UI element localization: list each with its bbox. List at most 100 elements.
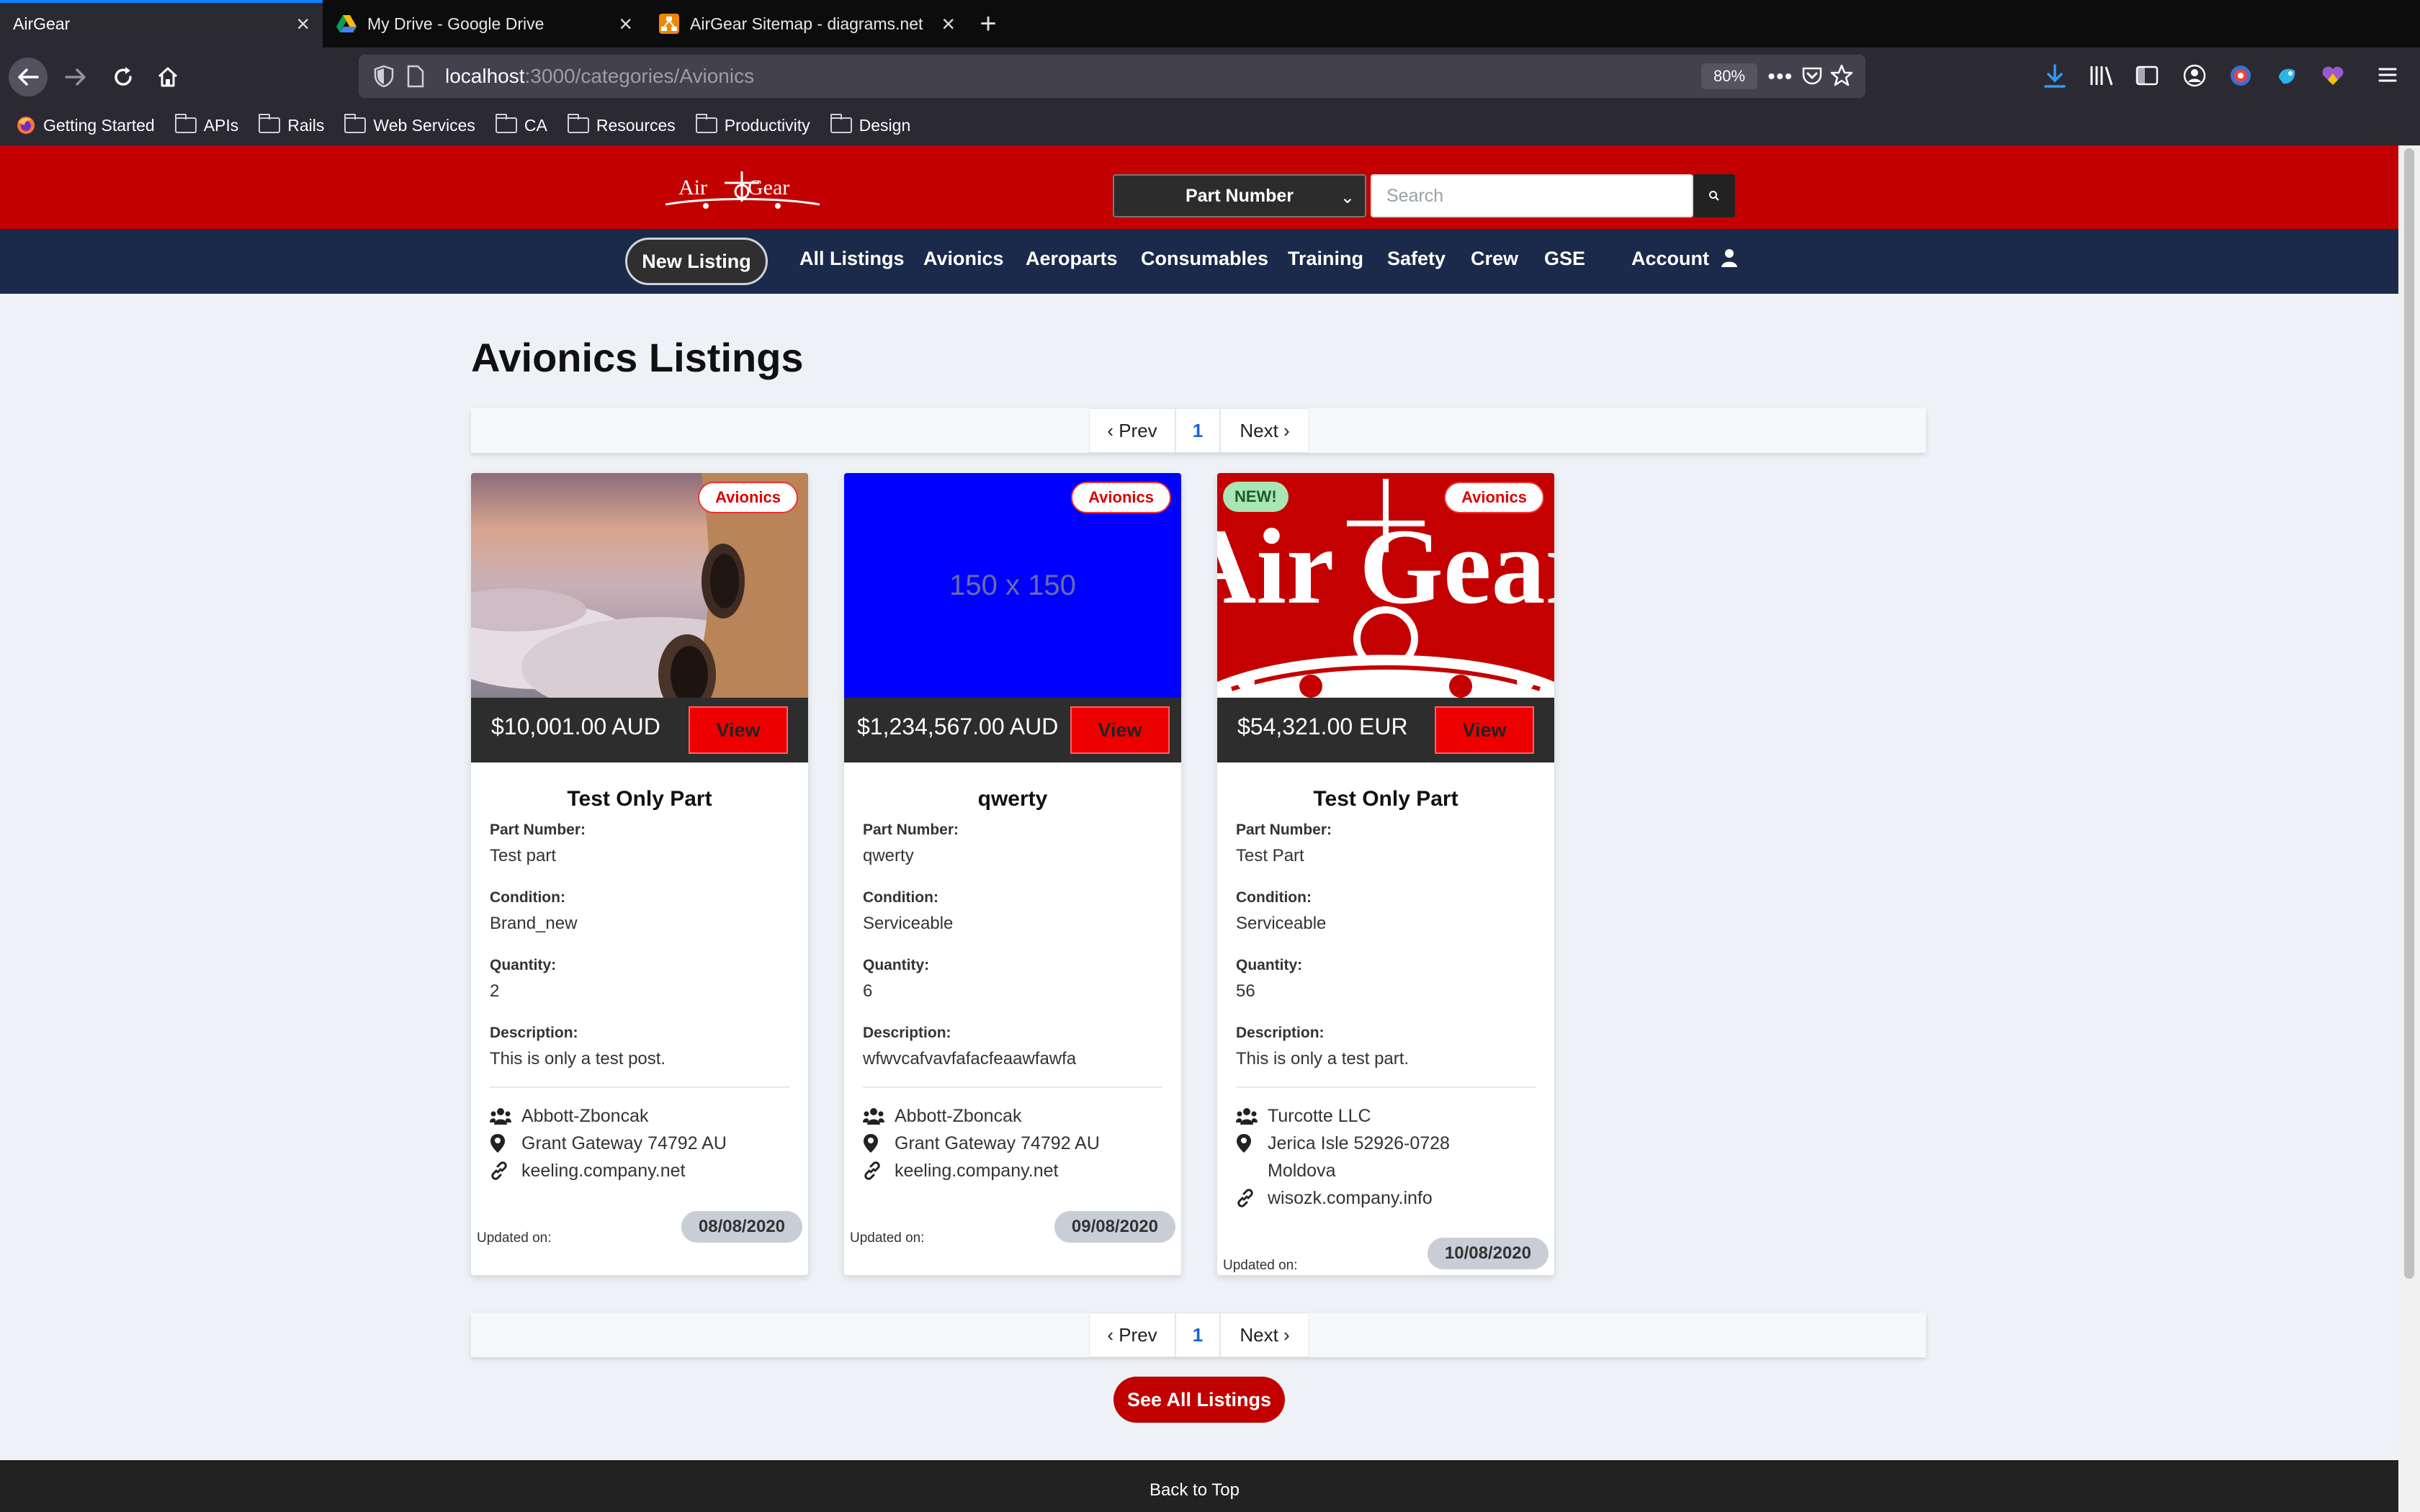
website-row: wisozk.company.info (1236, 1184, 1536, 1212)
listing-image[interactable]: Air Gear NEW! Avionics (1217, 473, 1554, 698)
card-body: Test Only Part Part Number: Test part Co… (471, 762, 808, 1184)
tab-google-drive[interactable]: My Drive - Google Drive × (323, 0, 645, 48)
nav-crew[interactable]: Crew (1471, 248, 1518, 270)
nav-avionics[interactable]: Avionics (923, 248, 1004, 270)
close-icon[interactable]: × (941, 12, 955, 35)
pocket-icon[interactable] (1801, 65, 1824, 91)
nav-gse[interactable]: GSE (1544, 248, 1585, 270)
close-icon[interactable]: × (296, 12, 310, 35)
downloads-icon[interactable] (2043, 63, 2067, 93)
extension-icon[interactable] (2275, 63, 2299, 91)
tab-title: AirGear (13, 14, 71, 33)
tab-airgear[interactable]: AirGear × (0, 0, 323, 48)
bookmark-label: Resources (596, 115, 676, 135)
bookmark-getting-started[interactable]: Getting Started (16, 115, 155, 135)
page-scrollbar[interactable] (2398, 145, 2420, 1512)
menu-icon[interactable] (2377, 63, 2398, 90)
page-number-link[interactable]: 1 (1175, 1313, 1220, 1357)
view-button[interactable]: View (1435, 706, 1534, 754)
part-number-label: Part Number: (490, 822, 586, 838)
description-value: This is only a test part. (1236, 1049, 1410, 1068)
home-icon[interactable] (148, 58, 187, 96)
search-type-value: Part Number (1185, 185, 1294, 206)
listing-title[interactable]: qwerty (863, 787, 1162, 811)
bookmark-folder-design[interactable]: Design (830, 114, 910, 135)
back-to-top-link[interactable]: Back to Top (1150, 1480, 1240, 1500)
address: Grant Gateway 74792 AU (521, 1133, 727, 1153)
category-badge[interactable]: Avionics (698, 482, 798, 513)
account-icon[interactable] (2182, 63, 2207, 91)
description-label: Description: (1236, 1025, 1325, 1041)
updated-label: Updated on: (477, 1230, 552, 1246)
nav-consumables[interactable]: Consumables (1141, 248, 1268, 270)
listing-image[interactable]: 150 x 150 Avionics (844, 473, 1181, 698)
bookmark-folder-productivity[interactable]: Productivity (695, 114, 810, 135)
page-actions-icon[interactable]: ••• (1768, 65, 1793, 88)
listing-title[interactable]: Test Only Part (490, 787, 789, 811)
website-link[interactable]: keeling.company.net (521, 1157, 685, 1184)
search-placeholder: Search (1386, 185, 1444, 206)
bookmark-folder-rails[interactable]: Rails (259, 114, 324, 135)
new-listing-button[interactable]: New Listing (625, 238, 768, 285)
folder-icon (830, 114, 852, 133)
extension-icon[interactable] (2228, 63, 2253, 91)
listing-image[interactable]: Avionics (471, 473, 808, 698)
pagination-top: ‹ Prev 1 Next › (471, 408, 1926, 453)
url-bar[interactable]: localhost:3000/categories/Avionics 80% •… (359, 55, 1865, 98)
divider (1236, 1086, 1536, 1088)
search-button[interactable] (1693, 174, 1735, 217)
bookmark-label: APIs (203, 115, 239, 135)
nav-all-listings[interactable]: All Listings (799, 248, 905, 270)
nav-safety[interactable]: Safety (1387, 248, 1446, 270)
condition-label: Condition: (863, 889, 938, 906)
nav-account[interactable]: Account (1631, 248, 1738, 270)
category-badge[interactable]: Avionics (1071, 482, 1171, 513)
category-badge[interactable]: Avionics (1444, 482, 1544, 513)
nav-training[interactable]: Training (1288, 248, 1363, 270)
part-number-value: Test part (490, 846, 557, 865)
library-icon[interactable] (2089, 63, 2115, 91)
listing-title[interactable]: Test Only Part (1236, 787, 1536, 811)
forward-icon[interactable] (56, 58, 95, 96)
page-number-link[interactable]: 1 (1175, 408, 1220, 453)
nav-aeroparts[interactable]: Aeroparts (1026, 248, 1118, 270)
tab-diagrams[interactable]: AirGear Sitemap - diagrams.net × (645, 0, 968, 48)
bookmark-folder-ca[interactable]: CA (495, 114, 547, 135)
website-link[interactable]: wisozk.company.info (1268, 1184, 1433, 1212)
sidebar-icon[interactable] (2135, 63, 2159, 91)
bookmark-folder-apis[interactable]: APIs (174, 114, 239, 135)
search-input[interactable]: Search (1371, 174, 1693, 217)
condition-value: Brand_new (490, 914, 578, 933)
svg-text:Gear: Gear (748, 176, 789, 199)
next-page-link[interactable]: Next › (1220, 1313, 1309, 1357)
prev-page-link[interactable]: ‹ Prev (1089, 1313, 1175, 1357)
address: Jerica Isle 52926-0728 (1268, 1133, 1450, 1153)
link-icon (1236, 1184, 1268, 1212)
airgear-logo[interactable]: Air Gear (663, 168, 823, 212)
close-icon[interactable]: × (619, 12, 632, 35)
user-icon (1721, 249, 1737, 267)
bookmarks-bar: Getting Started APIs Rails Web Services … (0, 105, 2420, 145)
new-tab-icon[interactable]: + (968, 0, 1008, 48)
updated-label: Updated on: (1223, 1258, 1298, 1273)
card-body: qwerty Part Number: qwerty Condition: Se… (844, 762, 1181, 1184)
website-link[interactable]: keeling.company.net (895, 1157, 1058, 1184)
back-icon[interactable] (9, 58, 48, 96)
bookmark-folder-resources[interactable]: Resources (567, 114, 676, 135)
see-all-listings-button[interactable]: See All Listings (1113, 1377, 1285, 1423)
folder-icon (174, 114, 197, 133)
reload-icon[interactable] (104, 58, 143, 96)
extension-icon[interactable] (2321, 63, 2345, 91)
link-icon (490, 1157, 521, 1184)
search-type-select[interactable]: Part Number ⌄ (1113, 174, 1366, 217)
bookmark-folder-web-services[interactable]: Web Services (344, 114, 475, 135)
view-button[interactable]: View (689, 706, 788, 754)
view-button[interactable]: View (1070, 706, 1170, 754)
zoom-level[interactable]: 80% (1701, 63, 1757, 89)
next-page-link[interactable]: Next › (1220, 408, 1309, 453)
prev-page-link[interactable]: ‹ Prev (1089, 408, 1175, 453)
scrollbar-thumb[interactable] (2404, 148, 2414, 1279)
url-host: localhost (445, 65, 525, 87)
shield-icon[interactable] (373, 65, 395, 91)
bookmark-star-icon[interactable] (1829, 63, 1854, 91)
